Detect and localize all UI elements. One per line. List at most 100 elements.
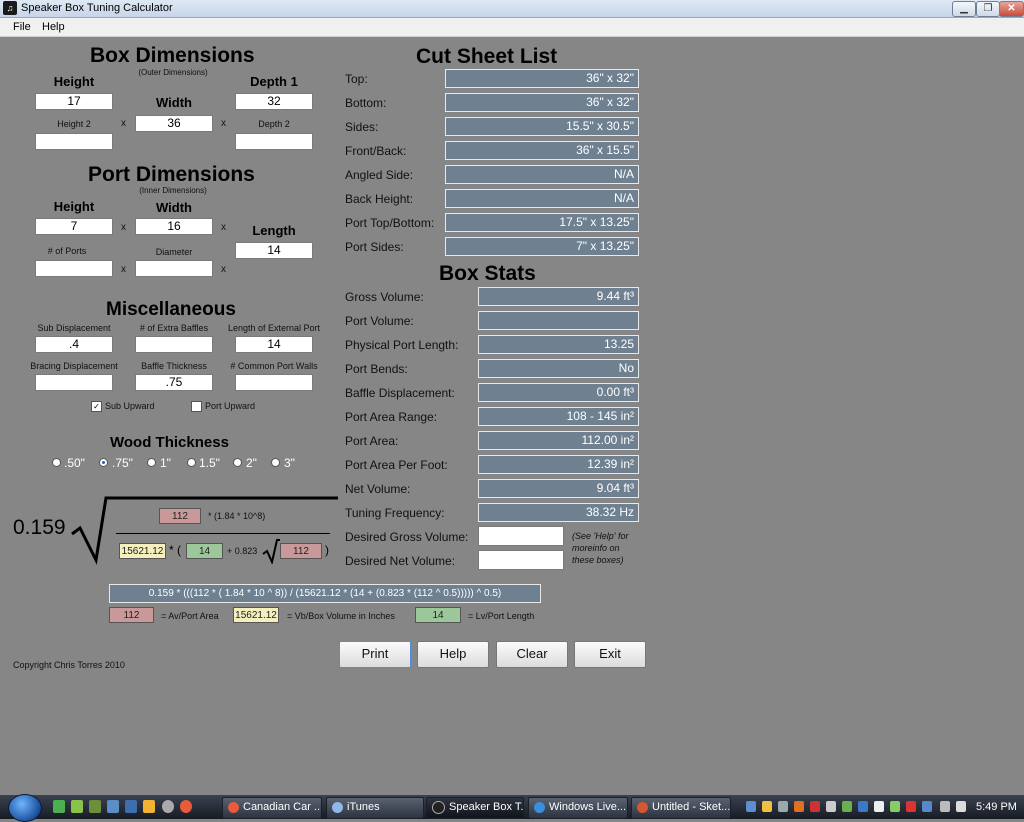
wood-radio-1[interactable]	[147, 458, 156, 467]
tray-icon[interactable]	[762, 801, 772, 812]
box-stat-value: 0.00 ft³	[478, 383, 639, 402]
minimize-button[interactable]: ▁	[952, 1, 976, 17]
task-canadian-car[interactable]: Canadian Car ...	[222, 797, 322, 819]
sub-upward-checkbox[interactable]: ✓	[91, 401, 102, 412]
help-note-2: moreinfo on	[572, 543, 620, 553]
tray-icon[interactable]	[826, 801, 836, 812]
box-stat-value: 13.25	[478, 335, 639, 354]
times-sign: x	[221, 264, 226, 275]
box-height2-label: Height 2	[57, 119, 91, 129]
port-length-label: Length	[252, 223, 296, 238]
cut-sheet-value: N/A	[445, 165, 639, 184]
box-dimensions-title: Box Dimensions	[90, 44, 255, 67]
menu-help[interactable]: Help	[42, 21, 65, 33]
common-walls-input[interactable]	[235, 374, 313, 391]
cut-sheet-label: Front/Back:	[345, 144, 407, 158]
help-note-3: these boxes)	[572, 555, 624, 565]
box-height-label: Height	[53, 74, 95, 89]
port-upward-checkbox[interactable]	[191, 401, 202, 412]
port-upward-label: Port Upward	[205, 401, 256, 411]
show-desktop-icon[interactable]	[53, 800, 65, 813]
tray-icon[interactable]	[746, 801, 756, 812]
cut-sheet-value: 36" x 32"	[445, 69, 639, 88]
chrome-icon[interactable]	[180, 800, 192, 813]
start-button[interactable]	[8, 794, 42, 822]
help-button[interactable]: Help	[417, 641, 489, 668]
print-button[interactable]: Print	[339, 641, 411, 668]
desired-net-label: Desired Net Volume:	[345, 554, 456, 568]
formula-constant: 0.159	[13, 516, 66, 539]
clear-button[interactable]: Clear	[496, 641, 568, 668]
sub-displacement-label: Sub Displacement	[37, 323, 111, 333]
cut-sheet-label: Sides:	[345, 120, 379, 134]
diameter-label: Diameter	[155, 247, 193, 257]
tray-icon[interactable]	[842, 801, 852, 812]
network-icon[interactable]	[940, 801, 950, 812]
baffle-thickness-input[interactable]	[135, 374, 213, 391]
wood-radio-2[interactable]	[233, 458, 242, 467]
diameter-input[interactable]	[135, 260, 213, 277]
ext-port-input[interactable]	[235, 336, 313, 353]
bracing-input[interactable]	[35, 374, 113, 391]
denominator-lv-swatch: 14	[186, 543, 223, 559]
tray-icon[interactable]	[794, 801, 804, 812]
exit-button[interactable]: Exit	[574, 641, 646, 668]
denominator-vb-swatch: 15621.12	[119, 543, 166, 559]
menu-file[interactable]: File	[13, 21, 31, 33]
times-sign: x	[221, 118, 226, 129]
wood-radio-3[interactable]	[271, 458, 280, 467]
port-width-input[interactable]	[135, 218, 213, 235]
wood-radio-75[interactable]	[99, 458, 108, 467]
tray-icon[interactable]	[890, 801, 900, 812]
quicklaunch-app-icon[interactable]	[107, 800, 119, 813]
box-stat-value: No	[478, 359, 639, 378]
quicklaunch-app-icon[interactable]	[125, 800, 137, 813]
volume-icon[interactable]	[956, 801, 966, 812]
cut-sheet-label: Angled Side:	[345, 168, 414, 182]
quicklaunch-app-icon[interactable]	[89, 800, 101, 813]
desired-net-input[interactable]	[478, 550, 564, 570]
quicklaunch-app-icon[interactable]	[162, 800, 174, 813]
task-itunes[interactable]: iTunes	[326, 797, 424, 819]
cut-sheet-label: Port Sides:	[345, 240, 404, 254]
baffle-thickness-label: Baffle Thickness	[141, 361, 207, 371]
quicklaunch-app-icon[interactable]	[71, 800, 83, 813]
box-width-input[interactable]	[135, 115, 213, 132]
box-stat-label: Port Area Range:	[345, 410, 438, 424]
quicklaunch-app-icon[interactable]	[143, 800, 155, 813]
times-sign: x	[121, 222, 126, 233]
tray-icon[interactable]	[874, 801, 884, 812]
extra-baffles-input[interactable]	[135, 336, 213, 353]
wood-option-75: .75"	[112, 456, 133, 470]
copyright-text: Copyright Chris Torres 2010	[13, 660, 125, 670]
desired-gross-input[interactable]	[478, 526, 564, 546]
wood-radio-50[interactable]	[52, 458, 61, 467]
maximize-button[interactable]: ❐	[976, 1, 1000, 17]
formula-expression: 0.159 * (((112 * ( 1.84 * 10 ^ 8)) / (15…	[109, 584, 541, 603]
task-untitled-sketch[interactable]: Untitled - Sket...	[631, 797, 731, 819]
tray-icon[interactable]	[922, 801, 932, 812]
port-height-input[interactable]	[35, 218, 113, 235]
port-length-input[interactable]	[235, 242, 313, 259]
task-windows-live[interactable]: Windows Live...	[528, 797, 628, 819]
wood-radio-1-5[interactable]	[187, 458, 196, 467]
sub-displacement-input[interactable]	[35, 336, 113, 353]
tray-icon[interactable]	[858, 801, 868, 812]
tray-icon[interactable]	[810, 801, 820, 812]
legend-av-swatch: 112	[109, 607, 154, 623]
tray-icon[interactable]	[906, 801, 916, 812]
box-height2-input[interactable]	[35, 133, 113, 150]
tray-icon[interactable]	[778, 801, 788, 812]
numerator-text: * (1.84 * 10^8)	[208, 511, 266, 521]
port-height-label: Height	[53, 199, 95, 214]
menu-bar	[0, 18, 1024, 37]
cut-sheet-value: N/A	[445, 189, 639, 208]
window-title: Speaker Box Tuning Calculator	[21, 2, 173, 14]
task-speaker-box[interactable]: Speaker Box T...	[426, 797, 524, 819]
box-height-input[interactable]	[35, 93, 113, 110]
close-button[interactable]: ✕	[999, 1, 1024, 17]
box-depth2-input[interactable]	[235, 133, 313, 150]
box-depth1-input[interactable]	[235, 93, 313, 110]
num-ports-input[interactable]	[35, 260, 113, 277]
bracing-label: Bracing Displacement	[30, 361, 118, 371]
